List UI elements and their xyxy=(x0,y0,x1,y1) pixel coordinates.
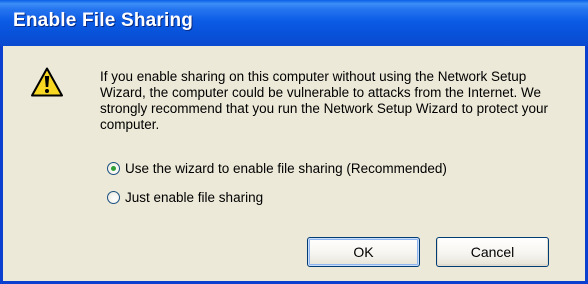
enable-file-sharing-dialog: Enable File Sharing If you enable sharin… xyxy=(0,0,588,284)
warning-icon xyxy=(30,66,64,98)
ok-button[interactable]: OK xyxy=(307,237,420,267)
warning-message: If you enable sharing on this computer w… xyxy=(100,69,548,132)
title-bar[interactable]: Enable File Sharing xyxy=(0,0,588,46)
radio-selected-dot xyxy=(111,165,116,171)
just-enable-radio-option[interactable]: Just enable file sharing xyxy=(107,188,263,206)
window-title: Enable File Sharing xyxy=(13,10,194,31)
just-enable-radio-label[interactable]: Just enable file sharing xyxy=(125,190,263,205)
use-wizard-radio-option[interactable]: Use the wizard to enable file sharing (R… xyxy=(107,159,447,177)
use-wizard-radio-label[interactable]: Use the wizard to enable file sharing (R… xyxy=(125,161,447,176)
just-enable-radio-button[interactable] xyxy=(107,190,120,204)
cancel-button[interactable]: Cancel xyxy=(436,237,549,267)
use-wizard-radio-button[interactable] xyxy=(107,161,120,175)
